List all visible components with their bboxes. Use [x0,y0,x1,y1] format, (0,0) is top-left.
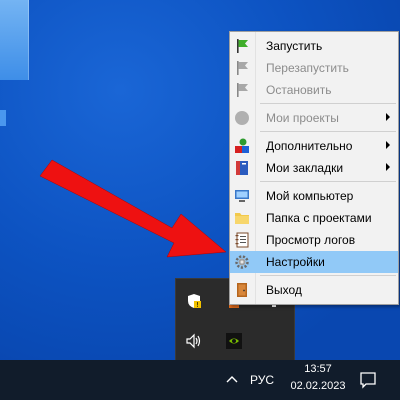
menu-item-label: Мои проекты [266,111,339,125]
menu-item-label: Выход [266,283,302,297]
menu-item-restart[interactable]: Перезапустить [230,57,398,79]
submenu-arrow-icon [386,113,390,121]
menu-item-my-computer[interactable]: Мой компьютер [230,185,398,207]
menu-item-stop[interactable]: Остановить [230,79,398,101]
security-shield-icon[interactable]: ! [184,291,204,311]
menu-item-additional[interactable]: Дополнительно [230,135,398,157]
menu-item-label: Запустить [266,39,323,53]
svg-text:!: ! [196,301,199,309]
shapes-icon [234,138,250,154]
menu-item-label: Мои закладки [266,161,344,175]
menu-item-label: Настройки [266,255,325,269]
nvidia-icon[interactable] [224,331,244,351]
submenu-arrow-icon [386,141,390,149]
input-language-indicator[interactable]: РУС [250,373,274,387]
computer-icon [234,188,250,204]
menu-item-view-logs[interactable]: Просмотр логов [230,229,398,251]
gear-icon [234,254,250,270]
menu-item-exit[interactable]: Выход [230,279,398,301]
menu-item-label: Остановить [266,83,332,97]
menu-item-my-projects[interactable]: Мои проекты [230,107,398,129]
volume-icon[interactable] [184,331,204,351]
notification-center-icon[interactable] [358,370,378,390]
menu-item-label: Папка с проектами [266,211,372,225]
menu-item-label: Мой компьютер [266,189,354,203]
clock-time[interactable]: 13:57 [296,363,340,375]
show-hidden-icons-chevron-icon[interactable] [224,372,240,388]
menu-item-settings[interactable]: Настройки [230,251,398,273]
exit-door-icon [234,282,250,298]
clock-date[interactable]: 02.02.2023 [284,380,352,392]
log-notebook-icon [234,232,250,248]
submenu-arrow-icon [386,163,390,171]
menu-item-my-bookmarks[interactable]: Мои закладки [230,157,398,179]
menu-item-label: Перезапустить [266,61,349,75]
menu-item-projects-folder[interactable]: Папка с проектами [230,207,398,229]
folder-icon [234,210,250,226]
menu-item-label: Дополнительно [266,139,353,153]
gray-flag-icon [234,60,250,76]
tray-context-menu: Запустить Перезапустить Остановить Мои п… [229,31,399,305]
taskbar: РУС 13:57 02.02.2023 [0,360,400,400]
gray-flag-icon [234,82,250,98]
bookmarks-icon [234,160,250,176]
menu-item-start[interactable]: Запустить [230,35,398,57]
menu-item-label: Просмотр логов [266,233,356,247]
gray-circle-icon [234,110,250,126]
green-flag-icon [234,38,250,54]
